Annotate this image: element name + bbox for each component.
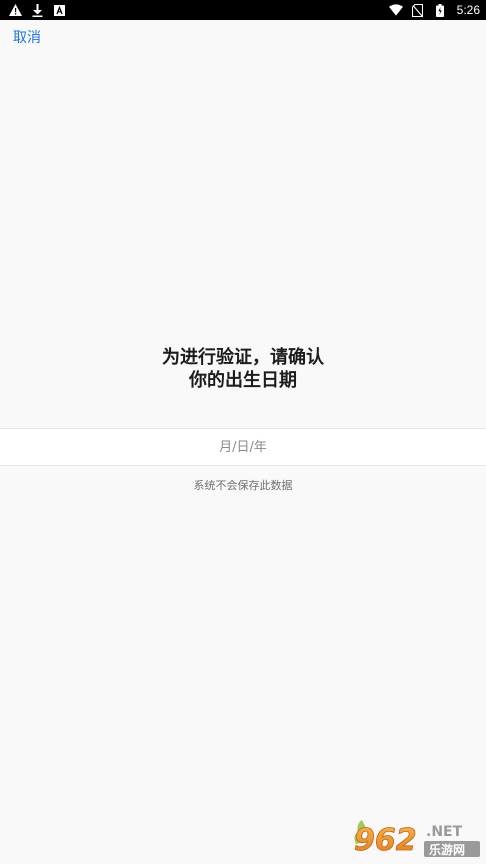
warning-icon xyxy=(8,3,22,17)
battery-icon xyxy=(433,3,447,17)
wifi-icon xyxy=(388,3,403,17)
watermark-number: 962 xyxy=(354,823,417,858)
page-title: 为进行验证，请确认 你的出生日期 xyxy=(0,346,486,392)
status-bar: 5:26 xyxy=(0,0,486,20)
signal-off-icon xyxy=(411,3,425,17)
page-title-line1: 为进行验证，请确认 xyxy=(162,347,324,368)
download-icon xyxy=(30,3,44,17)
page-title-line2: 你的出生日期 xyxy=(189,370,297,391)
watermark-suffix: .NET xyxy=(426,824,463,840)
watermark-logo: 962 .NET 乐游网 xyxy=(348,814,482,858)
status-time: 5:26 xyxy=(456,3,480,17)
cancel-button[interactable]: 取消 xyxy=(13,29,41,47)
font-icon xyxy=(52,3,66,17)
birthdate-input[interactable] xyxy=(91,438,395,456)
privacy-note: 系统不会保存此数据 xyxy=(193,479,293,492)
watermark-caption: 乐游网 xyxy=(429,842,465,857)
birthdate-field-row xyxy=(0,428,486,466)
status-left-icons xyxy=(8,3,66,17)
status-right-icons: 5:26 xyxy=(388,3,480,17)
